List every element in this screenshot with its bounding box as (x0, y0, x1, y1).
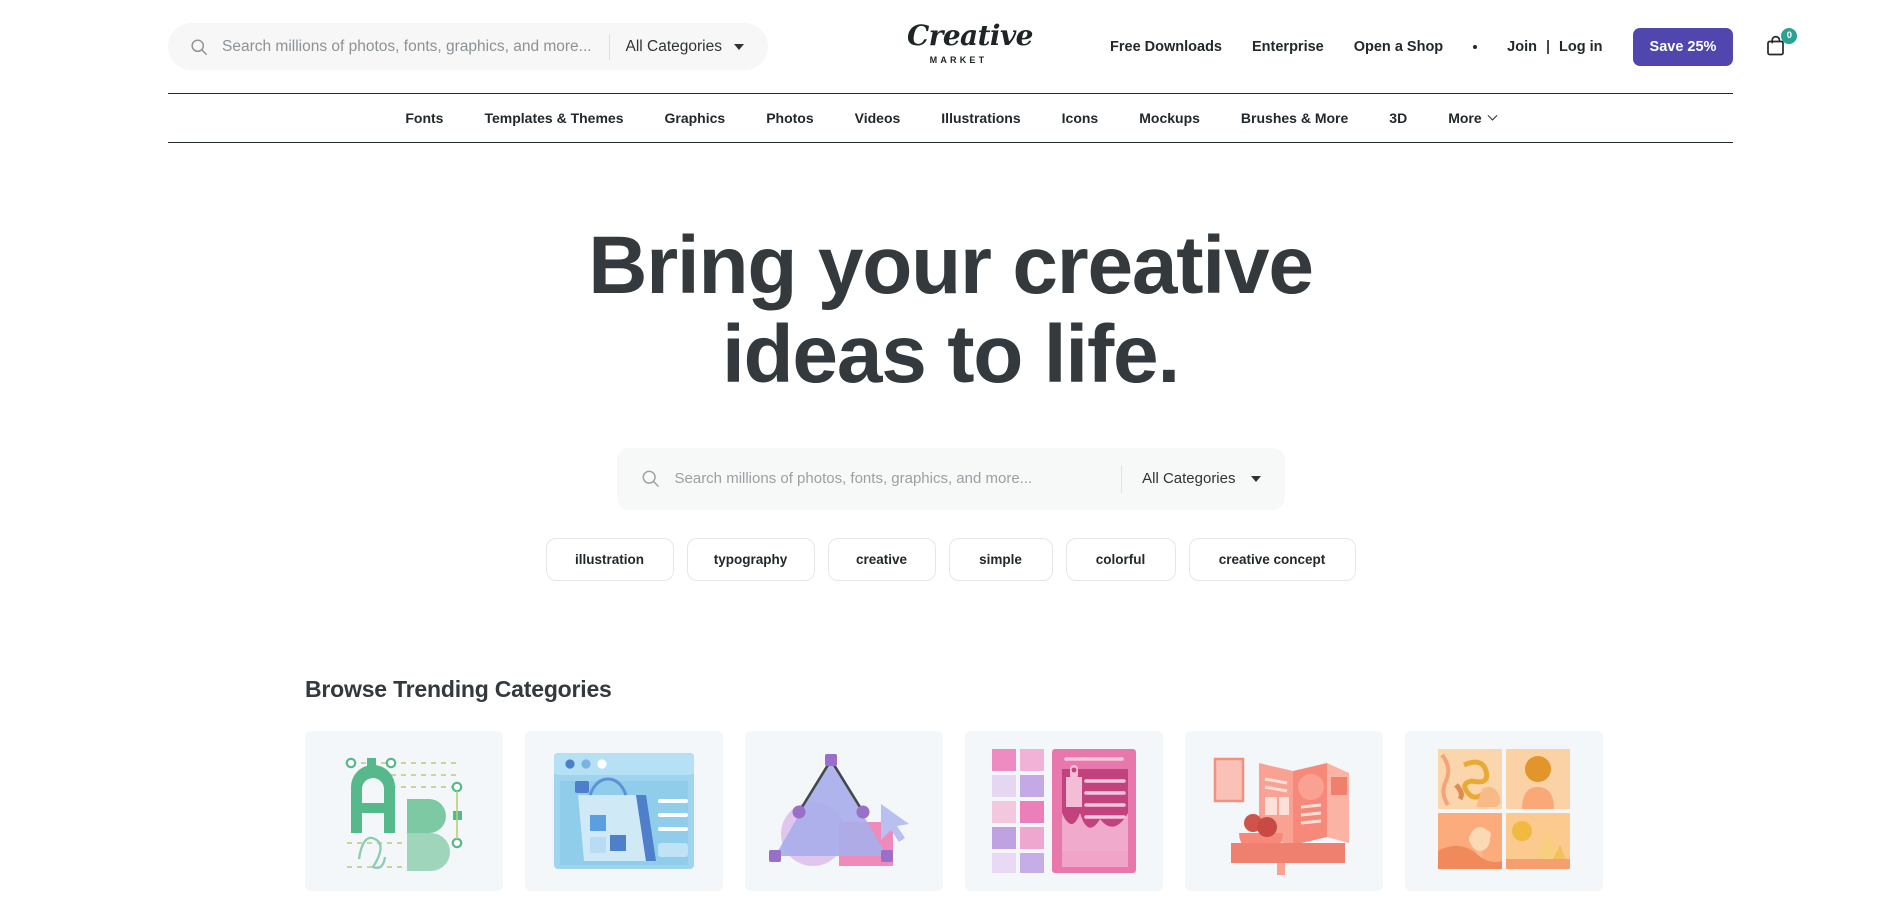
trending-categories-section: Browse Trending Categories (305, 676, 1901, 891)
nav-dot-separator (1473, 44, 1478, 49)
header-category-select[interactable]: All Categories (626, 38, 751, 56)
save-25-button[interactable]: Save 25% (1632, 27, 1734, 66)
nav-open-a-shop[interactable]: Open a Shop (1354, 39, 1443, 55)
auth-separator: | (1545, 38, 1551, 55)
login-link[interactable]: Log in (1559, 39, 1603, 55)
category-nav: Fonts Templates & Themes Graphics Photos… (168, 93, 1733, 143)
cart-button[interactable]: 0 (1763, 27, 1798, 62)
tag-typography[interactable]: typography (686, 537, 815, 581)
hero-category-select[interactable]: All Categories (1142, 470, 1270, 487)
hero-search-input[interactable] (674, 470, 1114, 488)
chevron-down-icon (734, 43, 744, 50)
hero-headline: Bring your creative ideas to life. (0, 221, 1901, 400)
trending-card-print[interactable] (1185, 730, 1383, 891)
hero-category-label: All Categories (1142, 470, 1236, 488)
trending-card-photos[interactable] (1405, 730, 1603, 891)
shopping-bag-icon (1763, 35, 1789, 62)
header-search-input[interactable] (222, 37, 603, 56)
nav-item-icons[interactable]: Icons (1062, 110, 1099, 126)
join-link[interactable]: Join (1507, 39, 1537, 55)
hero-search-divider (1121, 464, 1123, 493)
trending-title: Browse Trending Categories (305, 675, 612, 702)
trending-card-fonts[interactable] (305, 730, 503, 891)
chevron-down-icon (1250, 475, 1261, 482)
hero-search-bar[interactable]: All Categories (616, 447, 1285, 510)
cart-badge: 0 (1781, 27, 1798, 44)
nav-item-illustrations[interactable]: Illustrations (941, 110, 1020, 126)
nav-item-graphics[interactable]: Graphics (664, 110, 725, 126)
hero-headline-line2: ideas to life. (721, 309, 1180, 401)
chevron-down-icon (1487, 110, 1498, 121)
search-icon (190, 38, 208, 56)
nav-item-more-label: More (1448, 110, 1482, 126)
brochure-stand-coral-icon (1209, 747, 1359, 875)
nav-enterprise[interactable]: Enterprise (1252, 39, 1324, 55)
nav-item-videos[interactable]: Videos (855, 110, 901, 126)
suggested-tags: illustration typography creative simple … (0, 537, 1901, 581)
auth-links: Join | Log in (1507, 39, 1602, 55)
tag-simple[interactable]: simple (948, 537, 1053, 581)
trending-cards (305, 730, 1901, 891)
tag-colorful[interactable]: colorful (1065, 537, 1176, 581)
nav-item-more[interactable]: More (1448, 110, 1498, 126)
nav-item-brushes-more[interactable]: Brushes & More (1241, 110, 1348, 126)
photo-grid-orange-icon (1436, 747, 1572, 875)
header-category-label: All Categories (625, 37, 723, 55)
nav-item-photos[interactable]: Photos (766, 110, 813, 126)
creative-market-logo[interactable]: Creative MARKET (907, 19, 1033, 66)
trending-card-templates[interactable] (525, 730, 723, 891)
vector-triangle-purple-icon (769, 748, 919, 874)
hero-section: Bring your creative ideas to life. All C… (0, 143, 1901, 581)
nav-item-3d[interactable]: 3D (1389, 110, 1407, 126)
header-search-bar[interactable]: All Categories (168, 23, 768, 70)
search-icon (641, 469, 660, 488)
letters-ab-green-icon (329, 747, 479, 875)
nav-item-templates-themes[interactable]: Templates & Themes (484, 110, 623, 126)
logo-subtext: MARKET (929, 55, 988, 65)
tag-illustration[interactable]: illustration (545, 537, 674, 581)
header-right-nav: Free Downloads Enterprise Open a Shop Jo… (1110, 0, 1798, 93)
trending-card-brushes[interactable] (965, 730, 1163, 891)
browser-shopping-blue-icon (550, 749, 698, 873)
nav-free-downloads[interactable]: Free Downloads (1110, 39, 1222, 55)
trending-card-graphics[interactable] (745, 730, 943, 891)
swatches-brush-pink-icon (990, 747, 1138, 875)
logo-wordmark: Creative (907, 19, 1033, 52)
tag-creative-concept[interactable]: creative concept (1188, 537, 1356, 581)
tag-creative[interactable]: creative (827, 537, 936, 581)
search-divider (608, 33, 610, 60)
top-header: All Categories Creative MARKET Free Down… (0, 0, 1901, 93)
category-nav-list: Fonts Templates & Themes Graphics Photos… (405, 110, 1498, 126)
hero-headline-line1: Bring your creative (588, 220, 1314, 311)
nav-item-mockups[interactable]: Mockups (1139, 110, 1200, 126)
nav-item-fonts[interactable]: Fonts (405, 110, 443, 126)
